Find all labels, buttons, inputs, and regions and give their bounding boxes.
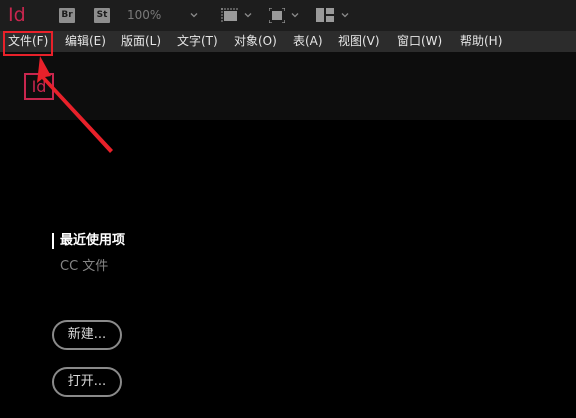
menu-type[interactable]: 文字(T) — [177, 31, 218, 52]
menu-help[interactable]: 帮助(H) — [460, 31, 502, 52]
menu-layout[interactable]: 版面(L) — [121, 31, 161, 52]
chevron-down-icon[interactable] — [190, 11, 198, 19]
menu-bar: 文件(F) 编辑(E) 版面(L) 文字(T) 对象(O) 表(A) 视图(V)… — [0, 31, 576, 52]
workspace-layout-icon[interactable] — [316, 8, 334, 22]
cc-files-link[interactable]: CC 文件 — [60, 258, 108, 276]
frame-view-icon[interactable] — [221, 8, 239, 23]
chevron-down-icon[interactable] — [244, 11, 252, 19]
selected-marker — [52, 233, 54, 249]
screen-mode-icon[interactable] — [269, 8, 285, 23]
chevron-down-icon[interactable] — [341, 11, 349, 19]
chevron-down-icon[interactable] — [291, 11, 299, 19]
menu-view[interactable]: 视图(V) — [338, 31, 380, 52]
bridge-button[interactable]: Br — [59, 8, 75, 23]
menu-window[interactable]: 窗口(W) — [397, 31, 442, 52]
application-bar: Id Br St 100% — [0, 0, 576, 31]
stock-button[interactable]: St — [94, 8, 110, 23]
menu-edit[interactable]: 编辑(E) — [65, 31, 106, 52]
open-document-button[interactable]: 打开... — [52, 367, 122, 397]
menu-object[interactable]: 对象(O) — [234, 31, 277, 52]
home-header — [0, 52, 576, 120]
recent-files-link[interactable]: 最近使用项 — [60, 232, 125, 250]
zoom-level[interactable]: 100% — [127, 7, 161, 24]
home-indesign-logo: Id — [24, 73, 54, 100]
new-document-button[interactable]: 新建... — [52, 320, 122, 350]
indesign-window: Id Br St 100% 文件(F) 编辑(E) 版面(L) 文字(T) 对象… — [0, 0, 576, 418]
menu-table[interactable]: 表(A) — [293, 31, 323, 52]
indesign-logo: Id — [8, 4, 26, 26]
annotation-highlight-box — [3, 31, 53, 56]
